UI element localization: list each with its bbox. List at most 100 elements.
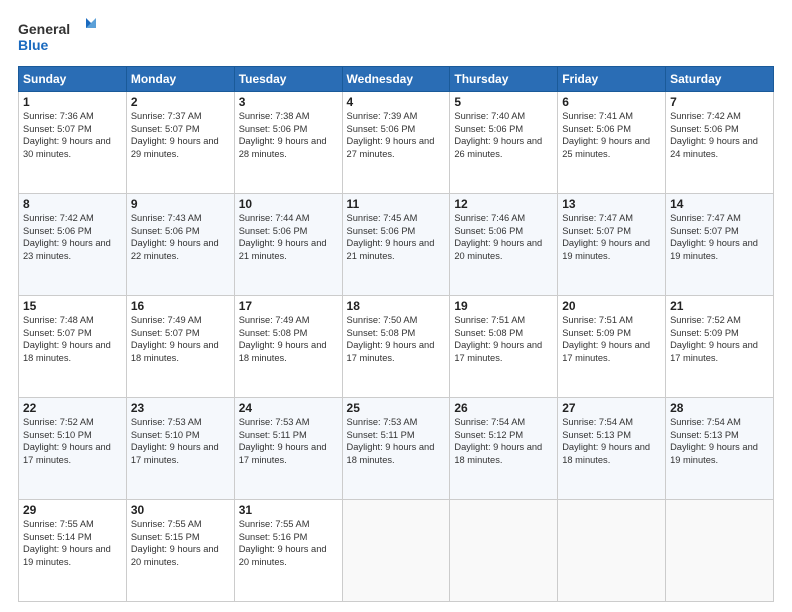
day-cell: 22 Sunrise: 7:52 AM Sunset: 5:10 PM Dayl… [19, 398, 127, 500]
day-number: 18 [347, 299, 446, 313]
day-content: Sunrise: 7:53 AM Sunset: 5:11 PM Dayligh… [347, 416, 446, 466]
day-cell: 29 Sunrise: 7:55 AM Sunset: 5:14 PM Dayl… [19, 500, 127, 602]
day-cell: 20 Sunrise: 7:51 AM Sunset: 5:09 PM Dayl… [558, 296, 666, 398]
week-row-5: 29 Sunrise: 7:55 AM Sunset: 5:14 PM Dayl… [19, 500, 774, 602]
day-cell: 9 Sunrise: 7:43 AM Sunset: 5:06 PM Dayli… [126, 194, 234, 296]
weekday-friday: Friday [558, 67, 666, 92]
day-number: 31 [239, 503, 338, 517]
day-cell: 24 Sunrise: 7:53 AM Sunset: 5:11 PM Dayl… [234, 398, 342, 500]
day-content: Sunrise: 7:54 AM Sunset: 5:13 PM Dayligh… [562, 416, 661, 466]
day-number: 25 [347, 401, 446, 415]
day-number: 1 [23, 95, 122, 109]
day-content: Sunrise: 7:47 AM Sunset: 5:07 PM Dayligh… [670, 212, 769, 262]
day-number: 17 [239, 299, 338, 313]
day-cell: 10 Sunrise: 7:44 AM Sunset: 5:06 PM Dayl… [234, 194, 342, 296]
week-row-2: 8 Sunrise: 7:42 AM Sunset: 5:06 PM Dayli… [19, 194, 774, 296]
day-cell: 6 Sunrise: 7:41 AM Sunset: 5:06 PM Dayli… [558, 92, 666, 194]
day-cell [666, 500, 774, 602]
day-number: 30 [131, 503, 230, 517]
day-cell: 5 Sunrise: 7:40 AM Sunset: 5:06 PM Dayli… [450, 92, 558, 194]
svg-text:Blue: Blue [18, 37, 49, 53]
day-cell: 13 Sunrise: 7:47 AM Sunset: 5:07 PM Dayl… [558, 194, 666, 296]
day-number: 4 [347, 95, 446, 109]
day-cell: 27 Sunrise: 7:54 AM Sunset: 5:13 PM Dayl… [558, 398, 666, 500]
logo: General Blue [18, 16, 98, 56]
day-number: 15 [23, 299, 122, 313]
day-content: Sunrise: 7:51 AM Sunset: 5:08 PM Dayligh… [454, 314, 553, 364]
day-content: Sunrise: 7:50 AM Sunset: 5:08 PM Dayligh… [347, 314, 446, 364]
day-content: Sunrise: 7:52 AM Sunset: 5:09 PM Dayligh… [670, 314, 769, 364]
day-number: 8 [23, 197, 122, 211]
day-number: 7 [670, 95, 769, 109]
weekday-wednesday: Wednesday [342, 67, 450, 92]
weekday-monday: Monday [126, 67, 234, 92]
day-cell: 26 Sunrise: 7:54 AM Sunset: 5:12 PM Dayl… [450, 398, 558, 500]
day-content: Sunrise: 7:54 AM Sunset: 5:12 PM Dayligh… [454, 416, 553, 466]
day-content: Sunrise: 7:53 AM Sunset: 5:11 PM Dayligh… [239, 416, 338, 466]
day-number: 13 [562, 197, 661, 211]
day-number: 29 [23, 503, 122, 517]
day-number: 6 [562, 95, 661, 109]
day-content: Sunrise: 7:53 AM Sunset: 5:10 PM Dayligh… [131, 416, 230, 466]
day-content: Sunrise: 7:38 AM Sunset: 5:06 PM Dayligh… [239, 110, 338, 160]
day-number: 22 [23, 401, 122, 415]
day-cell: 4 Sunrise: 7:39 AM Sunset: 5:06 PM Dayli… [342, 92, 450, 194]
day-content: Sunrise: 7:55 AM Sunset: 5:14 PM Dayligh… [23, 518, 122, 568]
day-content: Sunrise: 7:37 AM Sunset: 5:07 PM Dayligh… [131, 110, 230, 160]
day-content: Sunrise: 7:41 AM Sunset: 5:06 PM Dayligh… [562, 110, 661, 160]
logo-svg: General Blue [18, 16, 98, 56]
day-number: 21 [670, 299, 769, 313]
day-content: Sunrise: 7:45 AM Sunset: 5:06 PM Dayligh… [347, 212, 446, 262]
page: General Blue SundayMondayTuesdayWednesda… [0, 0, 792, 612]
day-content: Sunrise: 7:44 AM Sunset: 5:06 PM Dayligh… [239, 212, 338, 262]
day-cell: 19 Sunrise: 7:51 AM Sunset: 5:08 PM Dayl… [450, 296, 558, 398]
day-content: Sunrise: 7:55 AM Sunset: 5:16 PM Dayligh… [239, 518, 338, 568]
day-cell: 17 Sunrise: 7:49 AM Sunset: 5:08 PM Dayl… [234, 296, 342, 398]
day-number: 16 [131, 299, 230, 313]
day-number: 28 [670, 401, 769, 415]
day-number: 14 [670, 197, 769, 211]
day-number: 2 [131, 95, 230, 109]
day-content: Sunrise: 7:48 AM Sunset: 5:07 PM Dayligh… [23, 314, 122, 364]
week-row-3: 15 Sunrise: 7:48 AM Sunset: 5:07 PM Dayl… [19, 296, 774, 398]
week-row-4: 22 Sunrise: 7:52 AM Sunset: 5:10 PM Dayl… [19, 398, 774, 500]
day-cell: 11 Sunrise: 7:45 AM Sunset: 5:06 PM Dayl… [342, 194, 450, 296]
svg-text:General: General [18, 21, 70, 37]
weekday-saturday: Saturday [666, 67, 774, 92]
day-number: 9 [131, 197, 230, 211]
weekday-sunday: Sunday [19, 67, 127, 92]
weekday-header-row: SundayMondayTuesdayWednesdayThursdayFrid… [19, 67, 774, 92]
weekday-tuesday: Tuesday [234, 67, 342, 92]
day-cell: 7 Sunrise: 7:42 AM Sunset: 5:06 PM Dayli… [666, 92, 774, 194]
day-number: 5 [454, 95, 553, 109]
day-cell [342, 500, 450, 602]
day-number: 20 [562, 299, 661, 313]
day-content: Sunrise: 7:51 AM Sunset: 5:09 PM Dayligh… [562, 314, 661, 364]
day-number: 12 [454, 197, 553, 211]
day-cell: 18 Sunrise: 7:50 AM Sunset: 5:08 PM Dayl… [342, 296, 450, 398]
day-content: Sunrise: 7:40 AM Sunset: 5:06 PM Dayligh… [454, 110, 553, 160]
day-cell [450, 500, 558, 602]
day-content: Sunrise: 7:55 AM Sunset: 5:15 PM Dayligh… [131, 518, 230, 568]
day-cell: 30 Sunrise: 7:55 AM Sunset: 5:15 PM Dayl… [126, 500, 234, 602]
day-cell: 1 Sunrise: 7:36 AM Sunset: 5:07 PM Dayli… [19, 92, 127, 194]
day-cell: 3 Sunrise: 7:38 AM Sunset: 5:06 PM Dayli… [234, 92, 342, 194]
day-content: Sunrise: 7:43 AM Sunset: 5:06 PM Dayligh… [131, 212, 230, 262]
day-content: Sunrise: 7:42 AM Sunset: 5:06 PM Dayligh… [670, 110, 769, 160]
day-content: Sunrise: 7:52 AM Sunset: 5:10 PM Dayligh… [23, 416, 122, 466]
day-number: 11 [347, 197, 446, 211]
day-number: 27 [562, 401, 661, 415]
header: General Blue [18, 16, 774, 56]
day-cell: 31 Sunrise: 7:55 AM Sunset: 5:16 PM Dayl… [234, 500, 342, 602]
day-content: Sunrise: 7:54 AM Sunset: 5:13 PM Dayligh… [670, 416, 769, 466]
day-content: Sunrise: 7:47 AM Sunset: 5:07 PM Dayligh… [562, 212, 661, 262]
day-cell: 23 Sunrise: 7:53 AM Sunset: 5:10 PM Dayl… [126, 398, 234, 500]
calendar-table: SundayMondayTuesdayWednesdayThursdayFrid… [18, 66, 774, 602]
day-cell: 2 Sunrise: 7:37 AM Sunset: 5:07 PM Dayli… [126, 92, 234, 194]
day-cell: 8 Sunrise: 7:42 AM Sunset: 5:06 PM Dayli… [19, 194, 127, 296]
day-number: 19 [454, 299, 553, 313]
day-content: Sunrise: 7:49 AM Sunset: 5:08 PM Dayligh… [239, 314, 338, 364]
day-content: Sunrise: 7:46 AM Sunset: 5:06 PM Dayligh… [454, 212, 553, 262]
day-content: Sunrise: 7:42 AM Sunset: 5:06 PM Dayligh… [23, 212, 122, 262]
day-content: Sunrise: 7:39 AM Sunset: 5:06 PM Dayligh… [347, 110, 446, 160]
